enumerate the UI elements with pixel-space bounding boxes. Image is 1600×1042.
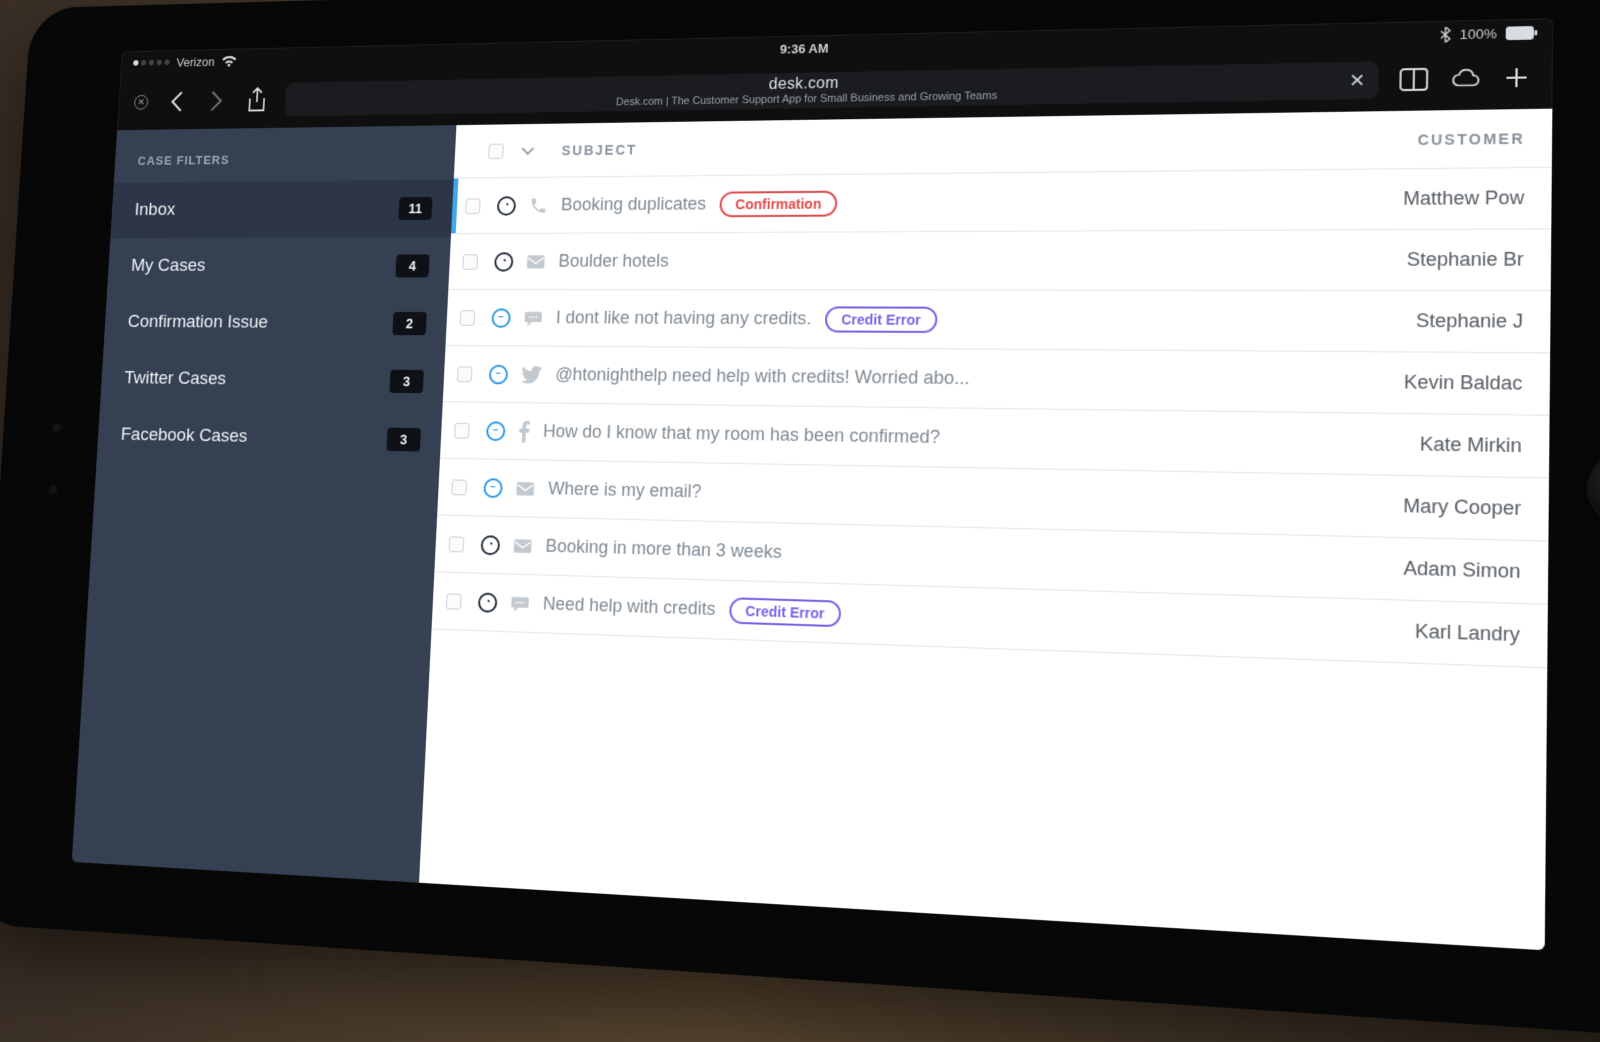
url-domain: desk.com (769, 75, 840, 94)
carrier-label: Verizon (176, 54, 215, 69)
battery-icon (1506, 25, 1538, 39)
sidebar-item-count: 2 (392, 312, 426, 335)
phone-icon (529, 196, 549, 215)
back-button[interactable] (163, 88, 189, 114)
clear-url-icon[interactable]: ✕ (1349, 70, 1366, 92)
select-all-checkbox[interactable] (488, 143, 504, 159)
sidebar-item-label: Inbox (134, 200, 176, 221)
new-tab-button[interactable] (1501, 63, 1533, 93)
bookmarks-button[interactable] (1398, 65, 1429, 95)
sidebar-item-count: 3 (389, 370, 423, 394)
row-checkbox[interactable] (465, 198, 481, 213)
case-customer: Stephanie J (1393, 310, 1523, 333)
signal-strength-icon (133, 59, 170, 65)
sidebar-title: CASE FILTERS (114, 125, 457, 183)
row-checkbox[interactable] (449, 536, 465, 552)
sidebar-item-label: Twitter Cases (124, 368, 227, 390)
row-checkbox[interactable] (454, 422, 470, 438)
bluetooth-icon (1440, 26, 1451, 42)
status-icon: ◔ (478, 592, 498, 612)
sidebar-item-my-cases[interactable]: My Cases 4 (107, 237, 451, 295)
row-checkbox[interactable] (451, 479, 467, 495)
row-checkbox[interactable] (446, 593, 462, 609)
chat-icon (523, 309, 543, 327)
case-customer: Stephanie Br (1384, 249, 1523, 271)
address-bar[interactable]: desk.com Desk.com | The Customer Support… (284, 61, 1378, 116)
forward-button[interactable] (203, 88, 229, 114)
status-icon: − (486, 421, 506, 441)
status-time: 9:36 AM (780, 40, 829, 56)
status-icon: ◔ (494, 252, 514, 271)
sidebar-item-count: 11 (398, 197, 432, 220)
case-subject: @htonighthelp need help with credits! Wo… (542, 364, 970, 389)
case-subject: Booking in more than 3 weeks (532, 535, 782, 563)
row-checkbox[interactable] (457, 366, 473, 382)
case-customer: Karl Landry (1392, 620, 1520, 647)
filter-list: Inbox 11 My Cases 4 Confirmation Issue 2… (96, 180, 453, 470)
case-subject: How do I know that my room has been conf… (529, 421, 940, 448)
tablet-sensor (48, 484, 59, 496)
status-icon: − (491, 308, 511, 327)
sidebar-item-facebook-cases[interactable]: Facebook Cases 3 (96, 406, 442, 469)
email-icon (515, 480, 535, 496)
share-button[interactable] (244, 87, 270, 114)
status-icon: − (483, 478, 503, 498)
status-icon: − (489, 364, 509, 384)
col-customer[interactable]: CUSTOMER (1417, 130, 1525, 148)
tablet-screen: Verizon 9:36 AM 100% ✕ (72, 18, 1553, 950)
tag-badge[interactable]: Credit Error (729, 597, 841, 627)
sidebar-item-label: Confirmation Issue (127, 312, 268, 333)
sidebar-item-confirmation-issue[interactable]: Confirmation Issue 2 (103, 294, 448, 353)
case-subject: I dont like not having any credits. (542, 308, 811, 330)
case-customer: Adam Simon (1381, 557, 1521, 583)
desk-app: CASE FILTERS Inbox 11 My Cases 4 Confirm… (72, 109, 1553, 951)
icloud-tabs-button[interactable] (1449, 64, 1481, 94)
case-customer: Mary Cooper (1381, 495, 1522, 521)
sidebar-item-count: 3 (386, 428, 421, 452)
url-page-title: Desk.com | The Customer Support App for … (616, 90, 998, 108)
case-rows: ◔ Booking duplicates Confirmation Matthe… (419, 168, 1552, 950)
sidebar-item-label: My Cases (131, 256, 206, 277)
email-icon (513, 537, 533, 553)
row-checkbox[interactable] (462, 254, 478, 269)
tag-badge[interactable]: Credit Error (825, 306, 938, 333)
status-icon: ◔ (480, 535, 500, 555)
email-icon (526, 254, 546, 270)
case-subject: Booking duplicates (547, 194, 706, 216)
tablet-camera (51, 422, 62, 433)
sidebar-item-twitter-cases[interactable]: Twitter Cases 3 (100, 350, 445, 411)
col-subject[interactable]: SUBJECT (535, 131, 1418, 158)
case-customer: Kevin Baldac (1381, 371, 1522, 395)
case-subject: Where is my email? (534, 478, 701, 502)
sidebar-item-label: Facebook Cases (120, 425, 248, 448)
sidebar-item-count: 4 (395, 254, 429, 277)
sidebar-item-inbox[interactable]: Inbox 11 (110, 180, 453, 239)
case-customer: Kate Mirkin (1397, 433, 1522, 457)
table-row[interactable]: ◔ Booking duplicates Confirmation Matthe… (451, 168, 1552, 234)
case-list-panel: SUBJECT CUSTOMER ◔ Booking duplicates Co… (419, 109, 1552, 951)
battery-percent: 100% (1460, 25, 1497, 41)
case-customer: Matthew Pow (1381, 187, 1525, 210)
table-row[interactable]: − I dont like not having any credits. Cr… (446, 290, 1551, 353)
table-row[interactable]: ◔ Boulder hotels Stephanie Br (448, 229, 1551, 291)
chat-icon (510, 594, 530, 613)
tab-close-icon[interactable]: ✕ (134, 95, 149, 110)
status-icon: ◔ (497, 196, 517, 215)
tablet-frame: Verizon 9:36 AM 100% ✕ (0, 0, 1600, 1042)
sort-chevron-icon[interactable] (520, 146, 535, 156)
sidebar: CASE FILTERS Inbox 11 My Cases 4 Confirm… (72, 125, 457, 883)
tag-badge[interactable]: Confirmation (719, 190, 838, 217)
case-subject: Need help with credits (529, 593, 716, 620)
home-button[interactable] (1587, 449, 1600, 529)
case-subject: Boulder hotels (545, 251, 669, 272)
row-checkbox[interactable] (460, 310, 476, 326)
wifi-icon (221, 55, 238, 67)
twitter-icon (521, 365, 543, 383)
